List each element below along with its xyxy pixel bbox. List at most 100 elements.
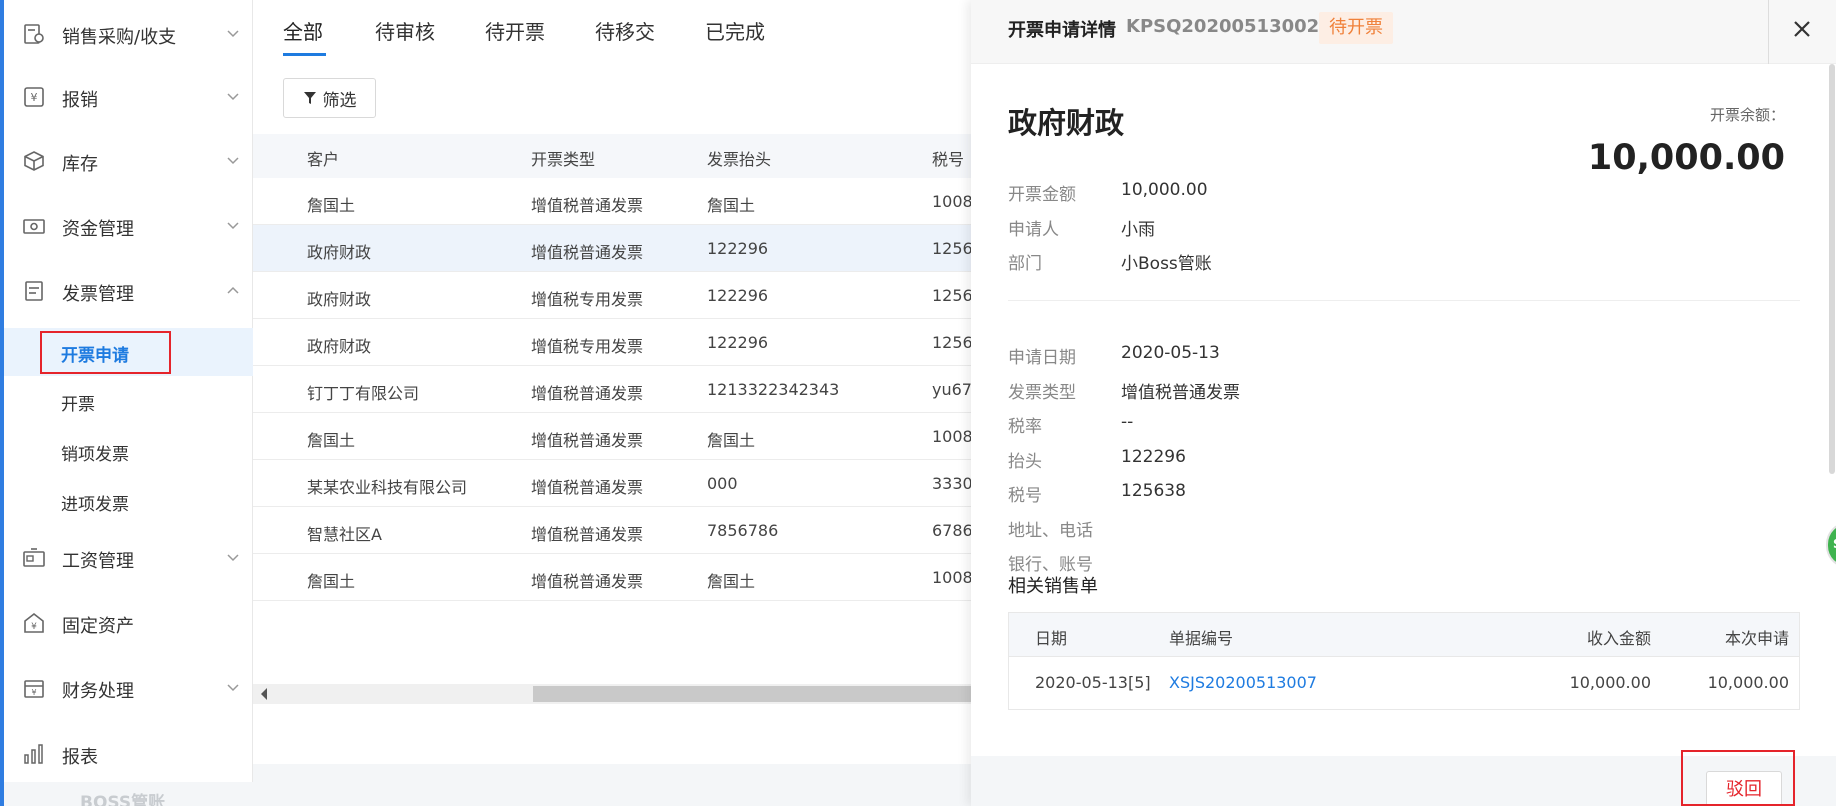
table-cell: 钉丁丁有限公司 xyxy=(307,384,420,403)
table-row[interactable]: 詹国土 增值税普通发票 詹国土 10086 xyxy=(253,554,983,601)
sidebar-item-reimburse[interactable]: ¥ 报销 xyxy=(4,76,253,116)
chevron-down-icon xyxy=(227,684,239,692)
table-cell: 增值税普通发票 xyxy=(531,431,644,450)
vertical-scrollbar[interactable] xyxy=(1829,64,1835,474)
balance-value: 10,000.00 xyxy=(1587,138,1785,178)
sidebar-subitem-label: 开票 xyxy=(61,395,95,415)
sidebar-item-invoice[interactable]: 发票管理 xyxy=(4,270,253,310)
sidebar-item-sales[interactable]: 销售采购/收支 xyxy=(4,13,253,53)
sidebar-item-finance[interactable]: ¥ 财务处理 xyxy=(4,667,253,707)
table-cell: 增值税普通发票 xyxy=(531,525,644,544)
status-tabs: 全部 待审核 待开票 待移交 已完成 xyxy=(253,0,973,62)
divider xyxy=(1768,0,1769,64)
table-cell: 政府财政 xyxy=(307,337,372,356)
sidebar-item-fixed-assets[interactable]: ¥ 固定资产 xyxy=(4,602,253,642)
column-header: 收入金额 xyxy=(1586,629,1651,648)
section-divider xyxy=(1008,300,1800,301)
tab-pending-review[interactable]: 待审核 xyxy=(375,16,435,45)
field-label: 税率 xyxy=(1008,417,1042,437)
tab-completed[interactable]: 已完成 xyxy=(705,16,765,45)
scrollbar-thumb[interactable] xyxy=(533,686,973,702)
table-row[interactable]: 政府财政 增值税普通发票 122296 12563 xyxy=(253,225,983,272)
table-cell: 某某农业科技有限公司 xyxy=(307,478,468,497)
sidebar-subitem-label: 进项发票 xyxy=(61,495,129,515)
brand-footer: BOSS管账 xyxy=(4,782,253,806)
column-header: 单据编号 xyxy=(1169,629,1234,648)
finance-icon: ¥ xyxy=(24,680,44,698)
table-cell: 政府财政 xyxy=(307,243,372,262)
table-row[interactable]: 政府财政 增值税专用发票 122296 12563 xyxy=(253,319,983,366)
sidebar-subitem-input-invoice[interactable]: 进项发票 xyxy=(4,477,253,525)
horizontal-scrollbar[interactable] xyxy=(253,684,973,704)
field-label: 开票金额 xyxy=(1008,185,1076,205)
chevron-down-icon xyxy=(227,157,239,165)
table-row[interactable]: 智慧社区A 增值税普通发票 7856786 67867 xyxy=(253,507,983,554)
tab-all[interactable]: 全部 xyxy=(283,16,323,45)
chevron-down-icon xyxy=(227,222,239,230)
field-value: -- xyxy=(1121,412,1134,432)
chevron-down-icon xyxy=(227,93,239,101)
table-row[interactable]: 钉丁丁有限公司 增值税普通发票 1213322342343 yu678 xyxy=(253,366,982,413)
sidebar-item-label: 财务处理 xyxy=(62,681,134,702)
sidebar: 销售采购/收支 ¥ 报销 库存 资金管理 发票管理 开票申请 开票 销项发票 进… xyxy=(0,0,253,806)
table-row[interactable]: 某某农业科技有限公司 增值税普通发票 000 33300 xyxy=(253,460,983,507)
table-row[interactable]: 詹国土 增值税普通发票 詹国土 10086 xyxy=(253,178,983,225)
table-cell: 122296 xyxy=(707,286,769,305)
sidebar-subitem-issue-invoice[interactable]: 开票 xyxy=(4,377,253,425)
table-row[interactable]: 詹国土 增值税普通发票 詹国土 10086 xyxy=(253,413,983,460)
status-badge: 待开票 xyxy=(1319,12,1393,44)
invoice-request-detail-drawer: 开票申请详情 KPSQ20200513002 待开票 政府财政 开票余额： 10… xyxy=(971,0,1836,806)
filter-label: 筛选 xyxy=(322,90,357,111)
chevron-down-icon xyxy=(227,30,239,38)
sidebar-subitem-invoice-request[interactable]: 开票申请 xyxy=(4,328,253,376)
table-cell: 詹国土 xyxy=(307,196,356,215)
table-cell: 增值税普通发票 xyxy=(531,478,644,497)
table-cell: 智慧社区A xyxy=(307,525,382,544)
sidebar-item-salary[interactable]: 工资管理 xyxy=(4,537,253,577)
sidebar-item-reports[interactable]: 报表 xyxy=(4,733,253,773)
sidebar-item-label: 报表 xyxy=(62,747,98,768)
highlight-box xyxy=(40,331,171,374)
close-icon[interactable] xyxy=(1791,18,1813,40)
field-label: 抬头 xyxy=(1008,451,1042,472)
column-header: 开票类型 xyxy=(531,150,596,169)
drawer-header: 开票申请详情 KPSQ20200513002 待开票 xyxy=(971,0,1836,64)
field-label: 申请日期 xyxy=(1008,348,1076,368)
column-header: 本次申请 xyxy=(1724,629,1789,648)
active-tab-indicator xyxy=(283,53,326,56)
floating-assistant-icon[interactable]: S xyxy=(1826,522,1836,568)
field-label: 发票类型 xyxy=(1008,382,1076,403)
sidebar-item-inventory[interactable]: 库存 xyxy=(4,140,253,180)
column-header: 日期 xyxy=(1035,629,1068,648)
field-label: 银行、账号 xyxy=(1008,555,1093,575)
sidebar-subitem-output-invoice[interactable]: 销项发票 xyxy=(4,427,253,475)
table-row[interactable]: 政府财政 增值税专用发票 122296 12563 xyxy=(253,272,983,319)
field-value: 122296 xyxy=(1121,446,1186,467)
invoice-icon xyxy=(25,281,43,301)
yuan-icon: ¥ xyxy=(24,87,44,107)
sidebar-item-funds[interactable]: 资金管理 xyxy=(4,205,253,245)
field-value: 小Boss管账 xyxy=(1121,254,1212,274)
scroll-left-icon[interactable] xyxy=(261,688,267,700)
tab-pending-invoice[interactable]: 待开票 xyxy=(485,16,545,45)
request-amount: 10,000.00 xyxy=(1707,673,1789,692)
filter-button[interactable]: 筛选 xyxy=(283,78,376,118)
receipt-icon xyxy=(24,24,44,44)
sale-number-link[interactable]: XSJS20200513007 xyxy=(1169,673,1317,692)
asset-icon: ¥ xyxy=(24,612,44,633)
brand-label: BOSS管账 xyxy=(80,793,166,806)
income-amount: 10,000.00 xyxy=(1569,673,1651,692)
field-label: 税号 xyxy=(1008,486,1042,506)
field-value: 10,000.00 xyxy=(1121,180,1208,200)
table-header: 日期 单据编号 收入金额 本次申请 xyxy=(1009,613,1799,657)
sidebar-item-label: 工资管理 xyxy=(62,551,134,572)
table-cell: 詹国土 xyxy=(707,196,756,215)
chart-icon xyxy=(24,744,43,764)
table-cell: 增值税专用发票 xyxy=(531,290,644,309)
field-label: 部门 xyxy=(1008,254,1042,274)
related-sales-title: 相关销售单 xyxy=(1008,576,1098,597)
tab-pending-transfer[interactable]: 待移交 xyxy=(595,16,655,45)
svg-text:¥: ¥ xyxy=(31,622,37,632)
table-cell: 詹国土 xyxy=(707,572,756,591)
table-cell: 增值税普通发票 xyxy=(531,196,644,215)
